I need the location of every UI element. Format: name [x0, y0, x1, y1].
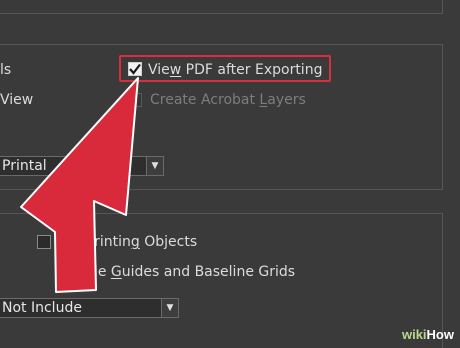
watermark-wiki: wiki: [401, 327, 427, 342]
pointer-arrow-icon: [20, 77, 139, 293]
watermark-how: How: [426, 327, 454, 342]
wikihow-watermark: wikiHow: [402, 327, 454, 342]
